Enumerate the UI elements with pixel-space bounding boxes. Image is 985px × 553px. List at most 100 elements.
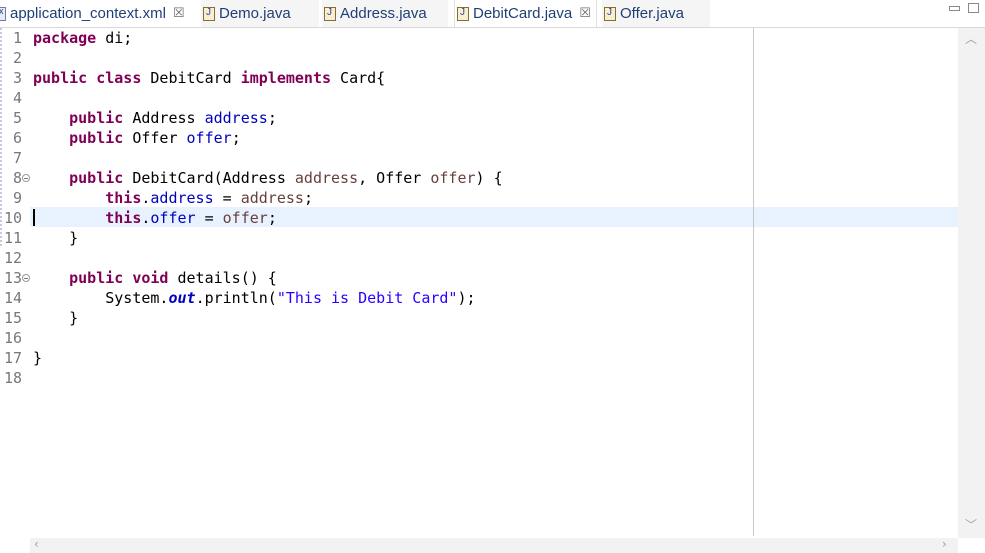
code-line: this.offer = offer; xyxy=(33,208,277,228)
code-text-span: } xyxy=(69,309,79,327)
code-text-span: .println( xyxy=(195,289,277,307)
line-number: 6 xyxy=(12,129,22,147)
keyword: public xyxy=(69,129,124,147)
code-text-span: ; xyxy=(267,209,277,227)
code-text-span: ) { xyxy=(475,169,503,187)
line-number: 13 xyxy=(3,269,22,287)
keyword: class xyxy=(96,69,142,87)
parameter-name: offer xyxy=(430,169,476,187)
code-text-span: } xyxy=(33,349,43,367)
keyword: this xyxy=(105,189,142,207)
code-line: this.address = address; xyxy=(33,188,313,208)
line-number: 14 xyxy=(3,289,22,307)
string-literal: "This is Debit Card" xyxy=(276,289,458,307)
close-icon[interactable]: ☒ xyxy=(579,6,591,21)
code-line: public Offer offer; xyxy=(33,128,241,148)
tab-offer-java[interactable]: Offer.java xyxy=(602,0,710,27)
text-caret xyxy=(33,209,35,226)
tab-label: Offer.java xyxy=(620,5,684,22)
keyword: public xyxy=(69,269,124,287)
java-file-icon xyxy=(457,6,469,21)
minimize-icon[interactable] xyxy=(949,6,960,11)
field-name: address xyxy=(204,109,268,127)
tab-address-java[interactable]: Address.java xyxy=(322,0,448,27)
line-number: 3 xyxy=(12,69,22,87)
line-number: 7 xyxy=(12,149,22,167)
code-text-span: ; xyxy=(303,189,313,207)
keyword: public xyxy=(69,109,124,127)
window-controls xyxy=(949,3,979,13)
keyword: public xyxy=(69,169,124,187)
line-number: 16 xyxy=(3,329,22,347)
keyword: void xyxy=(132,269,169,287)
field-name: address xyxy=(150,189,214,207)
line-number: 5 xyxy=(12,109,22,127)
fold-toggle-icon[interactable] xyxy=(22,174,30,182)
keyword: this xyxy=(105,209,142,227)
line-number: 12 xyxy=(3,249,22,267)
tab-label: Demo.java xyxy=(219,5,291,22)
tab-label: application_context.xml xyxy=(10,5,166,22)
code-line: package di; xyxy=(33,28,132,48)
class-name: DebitCard xyxy=(141,69,241,87)
line-number: 18 xyxy=(3,369,22,387)
line-number-gutter: 1 2 3 4 5 6 7 8 9 10 11 12 13 14 15 16 1… xyxy=(0,28,30,538)
code-line: public DebitCard(Address address, Offer … xyxy=(33,168,503,188)
vertical-scrollbar[interactable]: ︿ ﹀ xyxy=(958,28,985,538)
scroll-right-icon[interactable]: › xyxy=(942,537,947,551)
parameter-name: address xyxy=(294,169,359,187)
parameter-name: offer xyxy=(222,209,268,227)
type-name: Address xyxy=(123,109,205,127)
fold-toggle-icon[interactable] xyxy=(22,274,30,282)
code-text-span: } xyxy=(69,229,79,247)
code-text-span: ; xyxy=(231,129,241,147)
line-number: 1 xyxy=(12,29,22,47)
code-text-span: ; xyxy=(267,109,277,127)
code-text-span: , Offer xyxy=(358,169,431,187)
tab-application-context-xml[interactable]: application_context.xml ☒ xyxy=(0,0,195,27)
line-number: 10 xyxy=(3,209,22,227)
keyword: public xyxy=(33,69,88,87)
java-file-icon xyxy=(604,6,616,21)
parameter-name: address xyxy=(240,189,304,207)
field-name: offer xyxy=(186,129,232,147)
horizontal-scrollbar[interactable]: ‹ › xyxy=(30,537,958,553)
code-line: } xyxy=(33,348,42,368)
line-number: 2 xyxy=(12,49,22,67)
gutter-bottom xyxy=(0,538,30,553)
code-text-span: = xyxy=(213,189,241,207)
code-line: public class DebitCard implements Card{ xyxy=(33,68,385,88)
scroll-left-icon[interactable]: ‹ xyxy=(34,537,39,551)
code-text-span: details() { xyxy=(168,269,277,287)
close-icon[interactable]: ☒ xyxy=(173,6,185,21)
xml-file-icon xyxy=(0,6,6,21)
line-number: 4 xyxy=(12,89,22,107)
editor-tab-bar: application_context.xml ☒ Demo.java Addr… xyxy=(0,0,985,28)
line-number: 17 xyxy=(3,349,22,367)
maximize-icon[interactable] xyxy=(968,3,979,13)
scroll-up-icon[interactable]: ︿ xyxy=(965,30,977,47)
code-text-span: System. xyxy=(105,289,169,307)
code-text-span: ); xyxy=(457,289,476,307)
change-marker-bar xyxy=(0,28,2,248)
scroll-down-icon[interactable]: ﹀ xyxy=(965,516,977,533)
keyword: package xyxy=(33,29,97,47)
line-number: 11 xyxy=(3,229,22,247)
code-text[interactable]: package di; public class DebitCard imple… xyxy=(33,28,953,538)
tab-debitcard-java[interactable]: DebitCard.java ☒ xyxy=(454,0,597,27)
line-number: 8 xyxy=(12,169,22,187)
code-line: } xyxy=(33,228,78,248)
tab-demo-java[interactable]: Demo.java xyxy=(201,0,319,27)
tab-label: DebitCard.java xyxy=(473,5,573,22)
code-editor[interactable]: 1 2 3 4 5 6 7 8 9 10 11 12 13 14 15 16 1… xyxy=(0,28,985,538)
code-line: } xyxy=(33,308,78,328)
java-file-icon xyxy=(203,6,215,21)
code-text-span: di; xyxy=(96,29,133,47)
type-name: Offer xyxy=(123,129,187,147)
static-field-name: out xyxy=(168,289,196,307)
line-number: 9 xyxy=(12,189,22,207)
line-number: 15 xyxy=(3,309,22,327)
code-line: public Address address; xyxy=(33,108,277,128)
tab-label: Address.java xyxy=(340,5,427,22)
code-line: System.out.println("This is Debit Card")… xyxy=(33,288,476,308)
